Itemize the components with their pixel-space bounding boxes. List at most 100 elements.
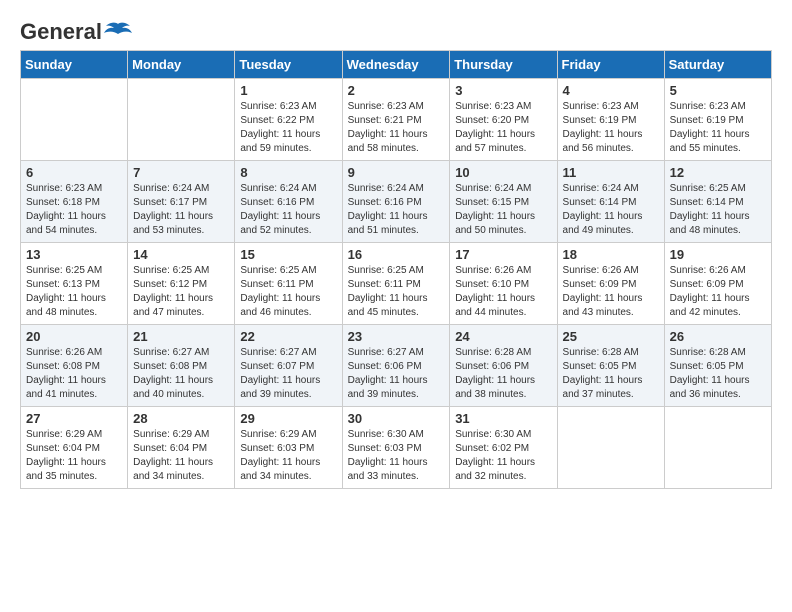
day-info: Sunrise: 6:26 AMSunset: 6:09 PMDaylight:… [670,264,766,320]
day-info: Sunrise: 6:23 AMSunset: 6:21 PMDaylight:… [348,100,445,156]
calendar-cell [21,79,128,161]
day-info: Sunrise: 6:23 AMSunset: 6:20 PMDaylight:… [455,100,551,156]
calendar-cell: 23Sunrise: 6:27 AMSunset: 6:06 PMDayligh… [342,325,450,407]
calendar-cell: 20 Sunrise: 6:26 AMSunset: 6:08 PMDayligh… [21,325,128,407]
calendar-header-row: SundayMondayTuesdayWednesdayThursdayFrid… [21,51,772,79]
day-info: Sunrise: 6:28 AMSunset: 6:05 PMDaylight:… [563,346,659,402]
day-info: Sunrise: 6:23 AMSunset: 6:22 PMDaylight:… [240,100,336,156]
calendar-cell: 14 Sunrise: 6:25 AMSunset: 6:12 PMDayligh… [128,243,235,325]
calendar-cell: 29 Sunrise: 6:29 AMSunset: 6:03 PMDayligh… [235,407,342,489]
day-number: 28 [133,411,229,426]
day-info: Sunrise: 6:28 AMSunset: 6:06 PMDaylight:… [455,346,551,402]
day-number: 19 [670,247,766,262]
day-info: Sunrise: 6:28 AMSunset: 6:05 PMDaylight:… [670,346,766,402]
day-info: Sunrise: 6:27 AMSunset: 6:06 PMDaylight:… [348,346,445,402]
day-info: Sunrise: 6:23 AMSunset: 6:19 PMDaylight:… [670,100,766,156]
day-info: Sunrise: 6:23 AMSunset: 6:19 PMDaylight:… [563,100,659,156]
column-header-wednesday: Wednesday [342,51,450,79]
day-info: Sunrise: 6:24 AMSunset: 6:15 PMDaylight:… [455,182,551,238]
day-number: 27 [26,411,122,426]
calendar-cell: 27 Sunrise: 6:29 AMSunset: 6:04 PMDayligh… [21,407,128,489]
calendar-cell: 1 Sunrise: 6:23 AMSunset: 6:22 PMDaylight… [235,79,342,161]
calendar-week-row: 1 Sunrise: 6:23 AMSunset: 6:22 PMDaylight… [21,79,772,161]
day-number: 31 [455,411,551,426]
calendar-cell: 12 Sunrise: 6:25 AMSunset: 6:14 PMDayligh… [664,161,771,243]
calendar-cell: 6 Sunrise: 6:23 AMSunset: 6:18 PMDaylight… [21,161,128,243]
day-number: 20 [26,329,122,344]
column-header-sunday: Sunday [21,51,128,79]
logo: General [20,20,132,40]
day-info: Sunrise: 6:29 AMSunset: 6:04 PMDaylight:… [133,428,229,484]
calendar-cell: 21 Sunrise: 6:27 AMSunset: 6:08 PMDayligh… [128,325,235,407]
day-number: 1 [240,83,336,98]
day-number: 8 [240,165,336,180]
day-number: 16 [348,247,445,262]
day-number: 10 [455,165,551,180]
day-info: Sunrise: 6:27 AMSunset: 6:08 PMDaylight:… [133,346,229,402]
calendar-cell: 13Sunrise: 6:25 AMSunset: 6:13 PMDayligh… [21,243,128,325]
calendar-cell: 22Sunrise: 6:27 AMSunset: 6:07 PMDayligh… [235,325,342,407]
day-number: 3 [455,83,551,98]
day-number: 9 [348,165,445,180]
calendar-cell: 11 Sunrise: 6:24 AMSunset: 6:14 PMDayligh… [557,161,664,243]
column-header-saturday: Saturday [664,51,771,79]
day-info: Sunrise: 6:30 AMSunset: 6:03 PMDaylight:… [348,428,445,484]
calendar-cell: 15Sunrise: 6:25 AMSunset: 6:11 PMDayligh… [235,243,342,325]
day-number: 4 [563,83,659,98]
day-info: Sunrise: 6:25 AMSunset: 6:11 PMDaylight:… [348,264,445,320]
day-number: 6 [26,165,122,180]
calendar-cell [664,407,771,489]
calendar-cell: 28 Sunrise: 6:29 AMSunset: 6:04 PMDayligh… [128,407,235,489]
calendar-week-row: 20 Sunrise: 6:26 AMSunset: 6:08 PMDayligh… [21,325,772,407]
calendar-cell: 16 Sunrise: 6:25 AMSunset: 6:11 PMDayligh… [342,243,450,325]
calendar-cell: 25Sunrise: 6:28 AMSunset: 6:05 PMDayligh… [557,325,664,407]
day-info: Sunrise: 6:26 AMSunset: 6:08 PMDaylight:… [26,346,122,402]
calendar-cell: 24 Sunrise: 6:28 AMSunset: 6:06 PMDayligh… [450,325,557,407]
day-number: 11 [563,165,659,180]
day-info: Sunrise: 6:25 AMSunset: 6:14 PMDaylight:… [670,182,766,238]
calendar-cell: 5 Sunrise: 6:23 AMSunset: 6:19 PMDaylight… [664,79,771,161]
day-number: 21 [133,329,229,344]
column-header-friday: Friday [557,51,664,79]
logo-text: General [20,20,132,44]
calendar-week-row: 13Sunrise: 6:25 AMSunset: 6:13 PMDayligh… [21,243,772,325]
calendar-table: SundayMondayTuesdayWednesdayThursdayFrid… [20,50,772,489]
column-header-tuesday: Tuesday [235,51,342,79]
day-number: 18 [563,247,659,262]
day-number: 17 [455,247,551,262]
calendar-cell: 19 Sunrise: 6:26 AMSunset: 6:09 PMDayligh… [664,243,771,325]
day-info: Sunrise: 6:25 AMSunset: 6:12 PMDaylight:… [133,264,229,320]
day-number: 29 [240,411,336,426]
day-info: Sunrise: 6:23 AMSunset: 6:18 PMDaylight:… [26,182,122,238]
calendar-cell: 9Sunrise: 6:24 AMSunset: 6:16 PMDaylight… [342,161,450,243]
day-info: Sunrise: 6:27 AMSunset: 6:07 PMDaylight:… [240,346,336,402]
day-number: 26 [670,329,766,344]
calendar-cell: 31 Sunrise: 6:30 AMSunset: 6:02 PMDayligh… [450,407,557,489]
calendar-cell [128,79,235,161]
calendar-cell: 18Sunrise: 6:26 AMSunset: 6:09 PMDayligh… [557,243,664,325]
day-info: Sunrise: 6:29 AMSunset: 6:04 PMDaylight:… [26,428,122,484]
day-number: 30 [348,411,445,426]
calendar-cell: 17Sunrise: 6:26 AMSunset: 6:10 PMDayligh… [450,243,557,325]
day-info: Sunrise: 6:24 AMSunset: 6:16 PMDaylight:… [240,182,336,238]
calendar-cell: 30 Sunrise: 6:30 AMSunset: 6:03 PMDayligh… [342,407,450,489]
calendar-cell: 10 Sunrise: 6:24 AMSunset: 6:15 PMDayligh… [450,161,557,243]
day-info: Sunrise: 6:24 AMSunset: 6:14 PMDaylight:… [563,182,659,238]
calendar-cell: 3 Sunrise: 6:23 AMSunset: 6:20 PMDaylight… [450,79,557,161]
day-number: 7 [133,165,229,180]
day-number: 24 [455,329,551,344]
calendar-cell: 7Sunrise: 6:24 AMSunset: 6:17 PMDaylight… [128,161,235,243]
day-info: Sunrise: 6:25 AMSunset: 6:11 PMDaylight:… [240,264,336,320]
day-info: Sunrise: 6:29 AMSunset: 6:03 PMDaylight:… [240,428,336,484]
calendar-week-row: 27 Sunrise: 6:29 AMSunset: 6:04 PMDayligh… [21,407,772,489]
calendar-week-row: 6 Sunrise: 6:23 AMSunset: 6:18 PMDaylight… [21,161,772,243]
calendar-cell: 26 Sunrise: 6:28 AMSunset: 6:05 PMDayligh… [664,325,771,407]
day-number: 5 [670,83,766,98]
day-number: 14 [133,247,229,262]
day-number: 12 [670,165,766,180]
day-info: Sunrise: 6:30 AMSunset: 6:02 PMDaylight:… [455,428,551,484]
day-info: Sunrise: 6:25 AMSunset: 6:13 PMDaylight:… [26,264,122,320]
page-header: General [20,20,772,40]
logo-bird-icon [104,22,132,44]
calendar-cell [557,407,664,489]
